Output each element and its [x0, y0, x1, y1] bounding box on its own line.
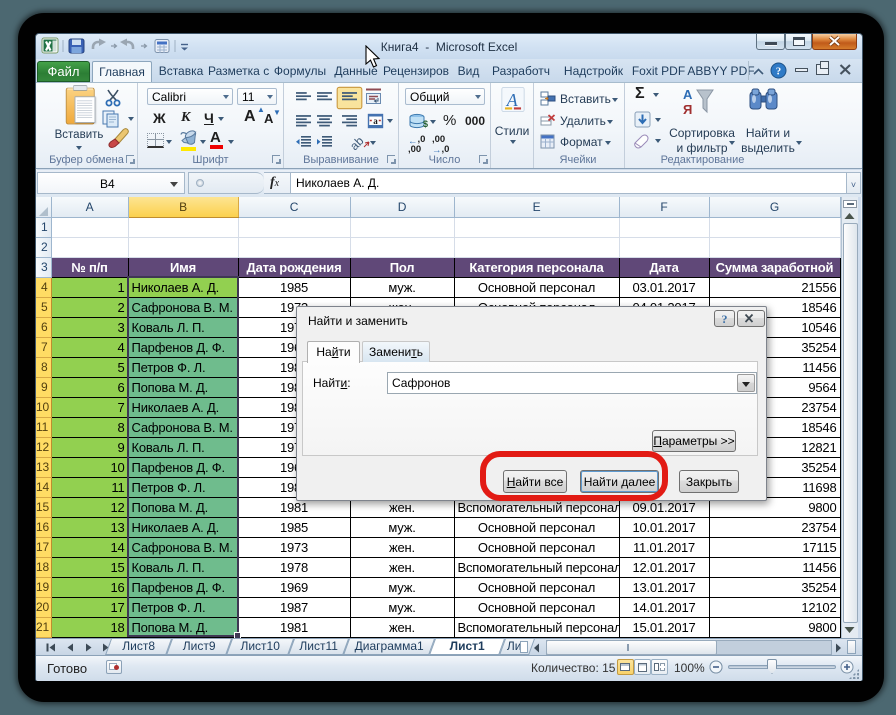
- svg-text:А: А: [683, 87, 693, 102]
- svg-text:Я: Я: [683, 102, 692, 117]
- svg-text:?: ?: [722, 312, 728, 326]
- svg-text:?: ?: [776, 66, 782, 78]
- svg-text:ab: ab: [351, 134, 367, 152]
- svg-text:A: A: [506, 90, 518, 110]
- svg-text:a: a: [373, 116, 378, 126]
- svg-text:$: $: [423, 119, 428, 129]
